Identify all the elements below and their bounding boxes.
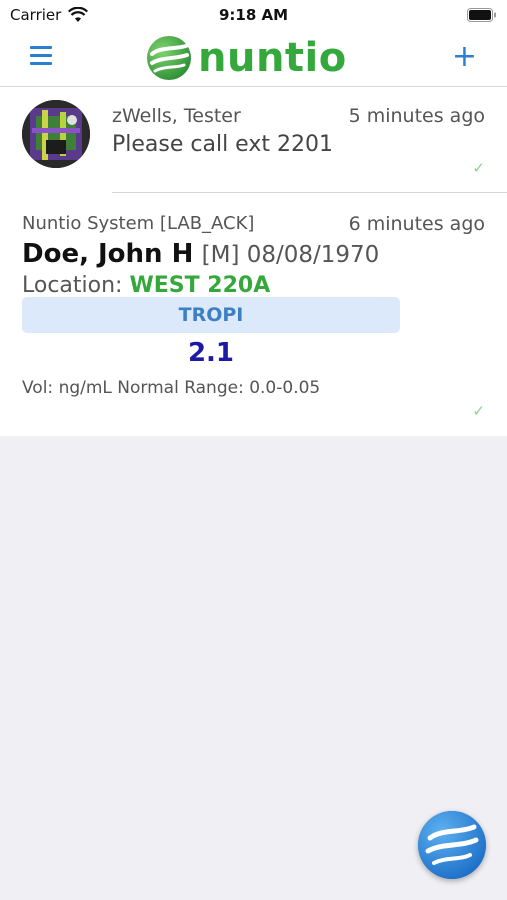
status-bar: Carrier 9:18 AM: [0, 0, 507, 30]
plus-icon[interactable]: +: [452, 42, 477, 72]
message-sender: zWells, Tester: [112, 105, 241, 127]
patient-name: Doe, John H: [22, 239, 194, 269]
battery-icon: [467, 8, 496, 22]
location-label: Location:: [22, 273, 123, 298]
compose-button[interactable]: [418, 811, 486, 879]
message-item[interactable]: zWells, Tester 5 minutes ago Please call…: [0, 87, 507, 193]
avatar: [22, 100, 90, 168]
location-line: Location: WEST 220A: [22, 273, 270, 298]
globe-compose-icon: [418, 811, 486, 879]
avatar-image: [22, 100, 90, 168]
result-value: 2.1: [187, 338, 235, 368]
test-name: TROPI: [178, 304, 244, 326]
nuntio-logo: nuntio: [146, 34, 347, 82]
test-name-badge: TROPI: [22, 297, 400, 333]
message-body: Please call ext 2201: [112, 132, 333, 157]
message-time: 6 minutes ago: [348, 213, 485, 235]
logo-text: nuntio: [198, 35, 347, 81]
check-icon: ✓: [472, 159, 485, 177]
globe-logo-icon: [147, 36, 191, 80]
patient-line: Doe, John H [M] 08/08/1970: [22, 239, 379, 269]
units-range-line: Vol: ng/mL Normal Range: 0.0-0.05: [22, 378, 321, 398]
navigation-bar: nuntio +: [0, 30, 507, 87]
patient-demographics: [M] 08/08/1970: [201, 242, 380, 268]
status-time: 9:18 AM: [218, 6, 289, 24]
message-sender: Nuntio System [LAB_ACK]: [22, 213, 255, 234]
check-icon: ✓: [472, 402, 485, 420]
message-time: 5 minutes ago: [348, 105, 485, 127]
location-value: WEST 220A: [129, 273, 271, 298]
hamburger-menu-icon[interactable]: [30, 46, 52, 68]
